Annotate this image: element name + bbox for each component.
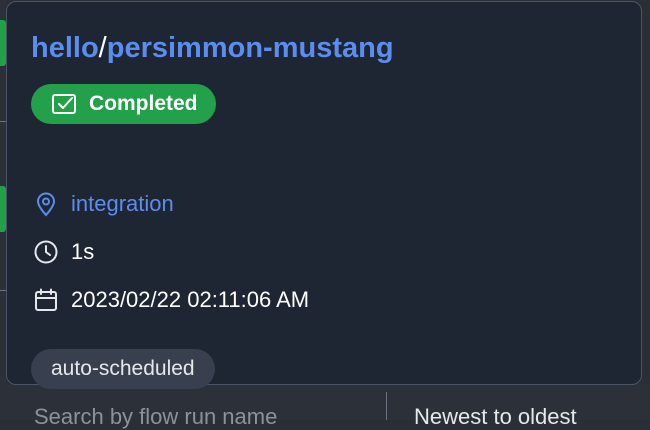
date-row: 2023/02/22 02:11:06 AM: [33, 287, 309, 313]
tag-badge: auto-scheduled: [31, 349, 215, 389]
title-separator: /: [98, 32, 107, 64]
toolbar-separator: [386, 392, 387, 420]
location-pin-icon: [33, 191, 59, 217]
flow-run-link[interactable]: persimmon-mustang: [107, 32, 394, 64]
work-queue-link[interactable]: integration: [71, 191, 174, 217]
flow-run-title: hello/persimmon-mustang: [31, 32, 394, 65]
clock-icon: [33, 239, 59, 265]
duration-row: 1s: [33, 239, 94, 265]
flow-run-popover: hello/persimmon-mustang Completed integr…: [6, 1, 642, 389]
checkbox-icon: [51, 92, 79, 116]
calendar-icon: [33, 287, 59, 313]
status-badge: Completed: [31, 84, 216, 124]
duration-text: 1s: [71, 239, 95, 264]
start-time-text: 2023/02/22 02:11:06 AM: [71, 287, 310, 312]
flow-link[interactable]: hello: [31, 32, 99, 64]
search-input[interactable]: Search by flow run name: [34, 404, 277, 430]
sort-select[interactable]: Newest to oldest: [414, 404, 577, 430]
location-row: integration: [33, 191, 174, 217]
status-label: Completed: [89, 92, 198, 115]
